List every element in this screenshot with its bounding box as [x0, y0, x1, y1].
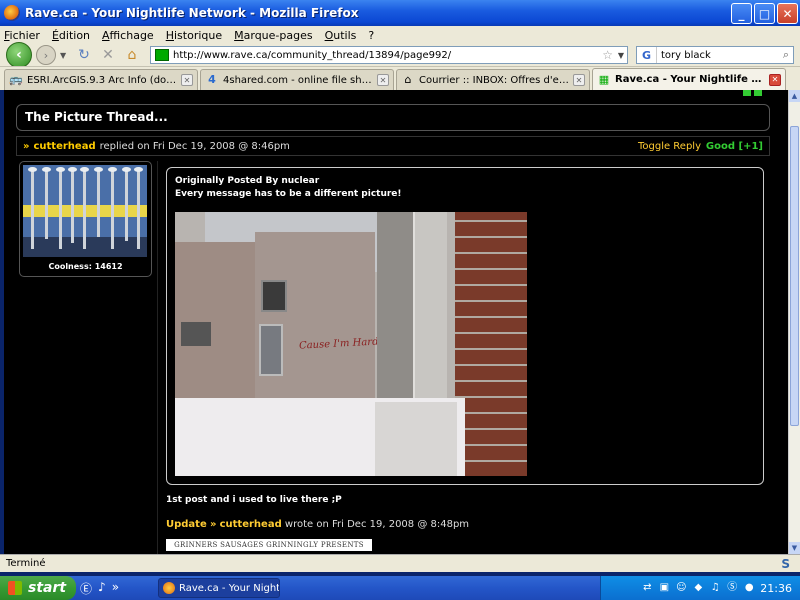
window-controls: _ □ ✕ — [731, 3, 798, 24]
event-banner[interactable]: GRINNERS SAUSAGES GRINNINGLY PRESENTS — [166, 539, 372, 551]
menu-history[interactable]: Historique — [166, 29, 222, 42]
post-text: 1st post and i used to live there ;P — [166, 495, 342, 505]
thread-title: The Picture Thread... — [16, 104, 770, 131]
quote-box: Originally Posted By nuclear Every messa… — [166, 167, 764, 485]
tab-label: ESRI.ArcGIS.9.3 Arc Info (download t... — [27, 74, 178, 86]
tray-shield-icon[interactable]: ◆ — [692, 582, 704, 594]
menu-view[interactable]: Affichage — [102, 29, 154, 42]
windows-flag-icon — [8, 581, 22, 595]
minimize-button[interactable]: _ — [731, 3, 752, 24]
navigation-toolbar: ‹ › ▼ ↻ ✕ ⌂ http://www.rave.ca/community… — [0, 42, 800, 68]
quote-attribution: Originally Posted By nuclear — [175, 176, 320, 186]
page-scrollbar[interactable]: ▲ ▼ — [788, 90, 800, 554]
update-line: Update » cutterhead wrote on Fri Dec 19,… — [166, 519, 469, 530]
tab-close-icon[interactable]: ✕ — [377, 74, 389, 86]
clock[interactable]: 21:36 — [760, 582, 792, 595]
rave-favicon-icon: ▦ — [598, 72, 610, 86]
close-button[interactable]: ✕ — [777, 3, 798, 24]
toggle-reply-link[interactable]: Toggle Reply — [638, 141, 701, 152]
post-header: » cutterhead replied on Fri Dec 19, 2008… — [16, 136, 770, 156]
google-engine-icon[interactable]: G — [637, 47, 657, 63]
tab-courrier[interactable]: ⌂ Courrier :: INBOX: Offres d'emploi cor… — [396, 69, 590, 90]
tab-close-icon[interactable]: ✕ — [181, 74, 193, 86]
firefox-icon — [4, 5, 20, 21]
coolness-score: Coolness: 14612 — [48, 262, 123, 271]
start-label: start — [28, 580, 67, 596]
menu-bookmarks[interactable]: Marque-pages — [234, 29, 312, 42]
taskbar-firefox-window[interactable]: Rave.ca - Your Nightli... — [158, 578, 280, 598]
house-icon: ⌂ — [404, 73, 412, 86]
tab-close-icon[interactable]: ✕ — [769, 73, 781, 86]
update-arrow-icon: » — [209, 519, 217, 530]
menu-tools[interactable]: Outils — [325, 29, 357, 42]
window-title: Rave.ca - Your Nightlife Network - Mozil… — [25, 6, 359, 20]
scroll-thumb[interactable] — [790, 126, 799, 426]
tab-label: Rave.ca - Your Nightlife Network — [615, 74, 766, 85]
quote-text: Every message has to be a different pict… — [175, 189, 402, 199]
page-content: The Picture Thread... » cutterhead repli… — [4, 90, 788, 554]
system-tray: ⇄ ▣ ☺ ◆ ♫ Ⓢ ● 21:36 — [600, 576, 800, 600]
menu-help[interactable]: ? — [368, 29, 374, 42]
url-bar[interactable]: http://www.rave.ca/community_thread/1389… — [150, 46, 628, 64]
url-dropdown-icon[interactable]: ▼ — [618, 51, 624, 60]
forward-arrow-icon[interactable]: › — [36, 45, 56, 65]
tab-rave[interactable]: ▦ Rave.ca - Your Nightlife Network ✕ — [592, 68, 786, 90]
update-label: Update — [166, 519, 207, 530]
menu-edit[interactable]: Édition — [52, 29, 90, 42]
quick-launch: Ⓔ ♪ » — [80, 580, 119, 597]
tray-arrows-icon[interactable]: ⇄ — [641, 582, 653, 594]
tab-label: Courrier :: INBOX: Offres d'emploi corr.… — [419, 74, 570, 86]
user-profile-box: Coolness: 14612 — [19, 161, 152, 277]
maximize-button[interactable]: □ — [754, 3, 775, 24]
menu-file[interactable]: Fichier — [4, 29, 40, 42]
tray-user-icon[interactable]: ☺ — [675, 582, 687, 594]
start-button[interactable]: start — [0, 576, 76, 600]
reload-icon[interactable]: ↻ — [74, 45, 94, 65]
status-text: Terminé — [6, 558, 46, 569]
search-input[interactable]: tory black — [657, 50, 711, 61]
history-dropdown-icon[interactable]: ▼ — [60, 51, 70, 60]
tab-label: 4shared.com - online file sharing and s.… — [223, 74, 374, 86]
status-bar: Terminé S — [0, 554, 800, 572]
tray-skype-icon[interactable]: Ⓢ — [726, 582, 738, 594]
windows-taskbar: start Ⓔ ♪ » Rave.ca - Your Nightli... ⇄ … — [0, 576, 800, 600]
tray-volume-icon[interactable]: ♫ — [709, 582, 721, 594]
update-meta: wrote on Fri Dec 19, 2008 @ 8:48pm — [284, 519, 470, 530]
post-body: Originally Posted By nuclear Every messa… — [157, 161, 770, 554]
ie-icon[interactable]: Ⓔ — [80, 580, 92, 597]
reply-arrow-icon: » — [23, 140, 30, 152]
stop-icon[interactable]: ✕ — [98, 45, 118, 65]
pager-decoration — [740, 90, 770, 96]
tray-network-icon[interactable]: ▣ — [658, 582, 670, 594]
bookmark-star-icon[interactable]: ☆ — [602, 48, 613, 62]
search-bar[interactable]: G tory black ⌕ — [636, 46, 794, 64]
media-icon[interactable]: ♪ — [98, 580, 106, 597]
tray-messenger-icon[interactable]: ● — [743, 582, 755, 594]
good-vote-link[interactable]: Good [+1] — [706, 141, 763, 152]
back-arrow-icon[interactable]: ‹ — [6, 42, 32, 68]
search-icon[interactable]: ⌕ — [783, 48, 789, 62]
tab-4shared[interactable]: 4 4shared.com - online file sharing and … — [200, 69, 394, 90]
skype-status-icon[interactable]: S — [781, 557, 790, 571]
tab-strip: 🚌 ESRI.ArcGIS.9.3 Arc Info (download t..… — [0, 66, 800, 90]
tab-close-icon[interactable]: ✕ — [573, 74, 585, 86]
post-photo[interactable]: Cause I'm Hardcore — [175, 212, 527, 476]
scroll-up-icon[interactable]: ▲ — [789, 90, 800, 102]
home-icon[interactable]: ⌂ — [122, 45, 142, 65]
tab-esri[interactable]: 🚌 ESRI.ArcGIS.9.3 Arc Info (download t..… — [4, 69, 198, 90]
bus-icon: 🚌 — [9, 73, 23, 86]
task-label: Rave.ca - Your Nightli... — [179, 582, 280, 594]
window-titlebar: Rave.ca - Your Nightlife Network - Mozil… — [0, 0, 800, 26]
update-author-link[interactable]: cutterhead — [220, 519, 282, 530]
post-author-link[interactable]: cutterhead — [33, 141, 95, 152]
site-favicon-icon — [155, 49, 169, 61]
firefox-icon — [163, 582, 175, 594]
quick-launch-more-icon[interactable]: » — [112, 580, 119, 597]
post-meta: replied on Fri Dec 19, 2008 @ 8:46pm — [99, 140, 290, 152]
menu-bar: Fichier Édition Affichage Historique Mar… — [0, 26, 800, 44]
url-text: http://www.rave.ca/community_thread/1389… — [173, 49, 452, 61]
scroll-down-icon[interactable]: ▼ — [789, 542, 800, 554]
avatar[interactable] — [23, 165, 147, 257]
4shared-icon: 4 — [208, 73, 216, 86]
